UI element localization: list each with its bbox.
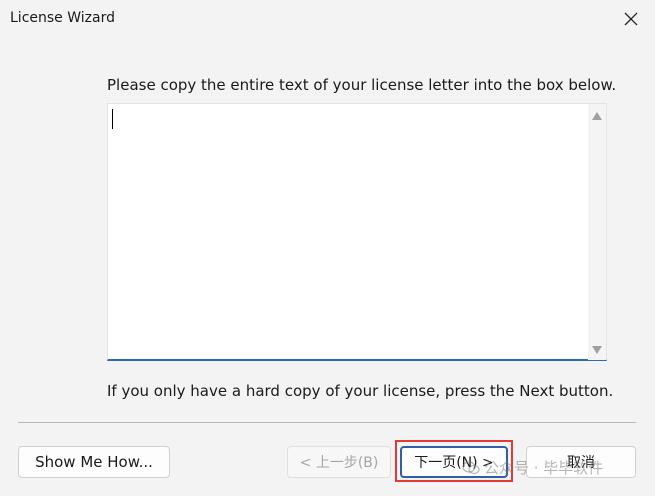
scroll-down-arrow-icon	[592, 346, 602, 354]
back-button[interactable]: < 上一步(B)	[287, 446, 391, 478]
window-title: License Wizard	[10, 10, 115, 26]
title-bar: License Wizard	[0, 0, 655, 38]
next-button[interactable]: 下一页(N) >	[400, 446, 508, 478]
scroll-down-button[interactable]	[588, 342, 606, 358]
cancel-button[interactable]: 取消	[526, 446, 636, 478]
license-wizard-dialog: License Wizard Please copy the entire te…	[0, 0, 655, 496]
show-me-how-button[interactable]: Show Me How...	[18, 446, 170, 478]
close-button[interactable]	[617, 6, 645, 32]
scroll-up-arrow-icon	[592, 112, 602, 120]
hard-copy-note: If you only have a hard copy of your lic…	[107, 382, 614, 400]
separator-line	[18, 422, 636, 423]
scroll-up-button[interactable]	[588, 108, 606, 124]
vertical-scrollbar[interactable]	[588, 104, 606, 360]
close-icon	[624, 12, 638, 26]
text-caret	[112, 109, 113, 129]
license-text-area[interactable]	[107, 103, 607, 361]
instruction-text: Please copy the entire text of your lice…	[107, 76, 617, 94]
